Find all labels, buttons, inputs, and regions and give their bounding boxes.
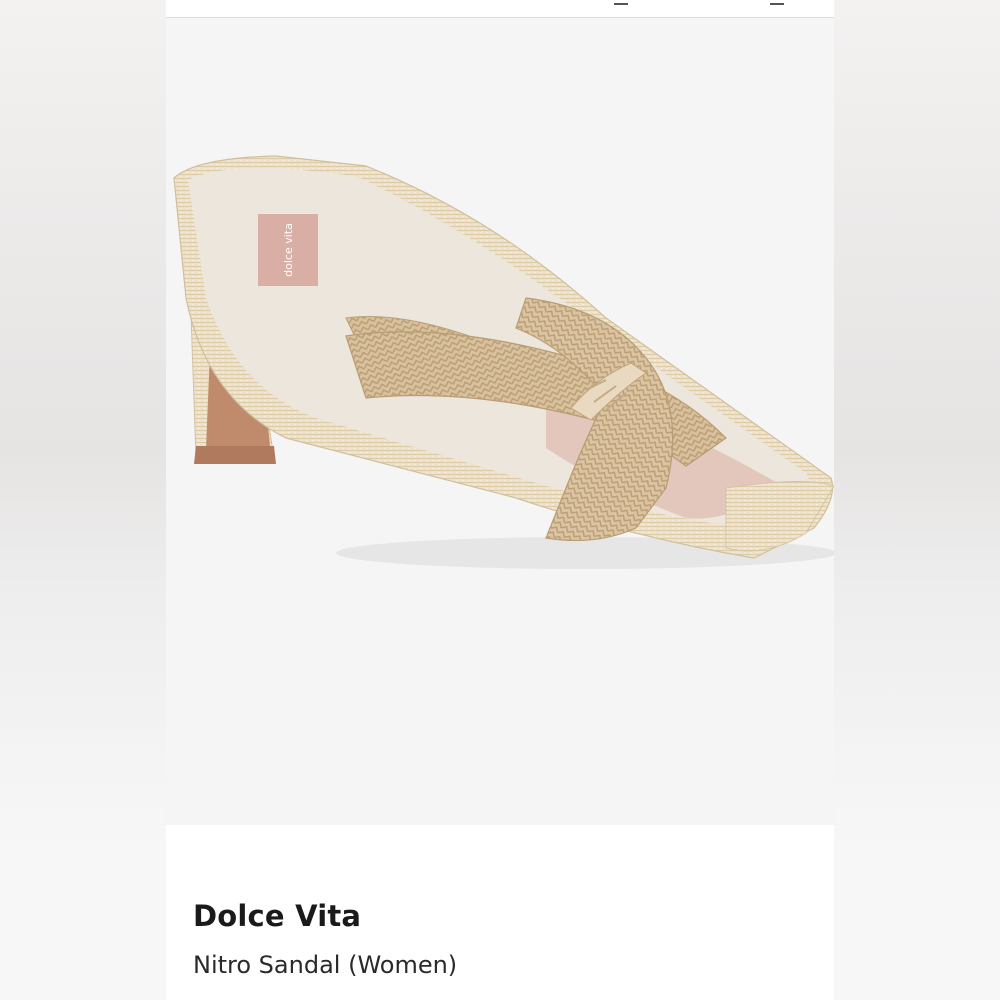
product-name[interactable]: Nitro Sandal (Women) [193, 951, 457, 979]
brand-name[interactable]: Dolce Vita [193, 899, 361, 933]
right-blurred-backdrop [834, 0, 1000, 1000]
heel-tip [194, 446, 276, 464]
sandal-photo: dolce vita [173, 155, 834, 569]
insole-logo-text: dolce vita [282, 223, 295, 277]
left-blurred-backdrop [0, 0, 166, 1000]
product-info: Dolce Vita Nitro Sandal (Women) [166, 825, 834, 1000]
bag-icon[interactable] [770, 0, 784, 5]
insole-logo: dolce vita [258, 214, 318, 286]
product-card: dolce vita Dolce Vita Nitro Sandal (Wome… [166, 0, 834, 1000]
share-icon[interactable] [614, 0, 628, 5]
top-bar [166, 0, 834, 18]
product-image[interactable]: dolce vita [166, 18, 834, 825]
